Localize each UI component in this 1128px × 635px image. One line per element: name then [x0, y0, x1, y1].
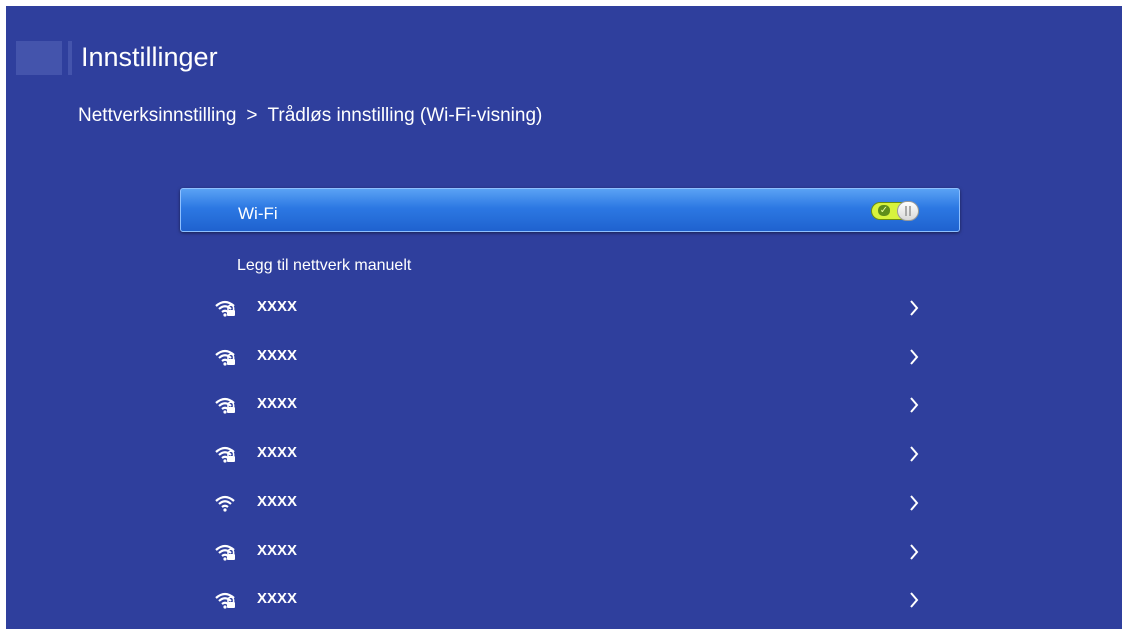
wifi-lock-icon	[215, 396, 237, 414]
chevron-right-icon	[908, 395, 920, 415]
chevron-right-icon	[908, 444, 920, 464]
wifi-lock-icon	[215, 299, 237, 317]
network-name: XXXX	[257, 298, 298, 315]
network-name: XXXX	[257, 444, 298, 462]
wifi-lock-icon	[215, 445, 237, 463]
wifi-icon	[215, 494, 237, 512]
network-item[interactable]: XXXX	[211, 342, 931, 372]
network-item[interactable]: XXXX	[211, 293, 931, 323]
chevron-right-icon	[908, 298, 920, 318]
network-item[interactable]: XXXX	[211, 390, 931, 420]
chevron-right-icon	[908, 347, 920, 367]
network-name: XXXX	[257, 492, 298, 510]
network-item[interactable]: XXXX	[211, 585, 931, 615]
network-name: XXXX	[257, 346, 298, 364]
settings-screen: Innstillinger Nettverksinnstilling > Trådl…	[6, 6, 1122, 629]
network-name: XXXX	[257, 541, 298, 559]
wifi-lock-icon	[215, 543, 237, 561]
network-item[interactable]: XXXX	[211, 439, 931, 469]
wifi-lock-icon	[215, 591, 237, 609]
network-name: XXXX	[257, 395, 298, 413]
chevron-right-icon	[908, 493, 920, 513]
network-name: XXXX	[257, 590, 298, 608]
network-item[interactable]: XXXX	[211, 488, 931, 518]
wifi-lock-icon	[215, 348, 237, 366]
network-list: XXXX XXXX XXXX XXXX XXXX XXXX XXXX	[6, 6, 1122, 629]
chevron-right-icon	[908, 542, 920, 562]
network-item[interactable]: XXXX	[211, 537, 931, 567]
chevron-right-icon	[908, 590, 920, 610]
